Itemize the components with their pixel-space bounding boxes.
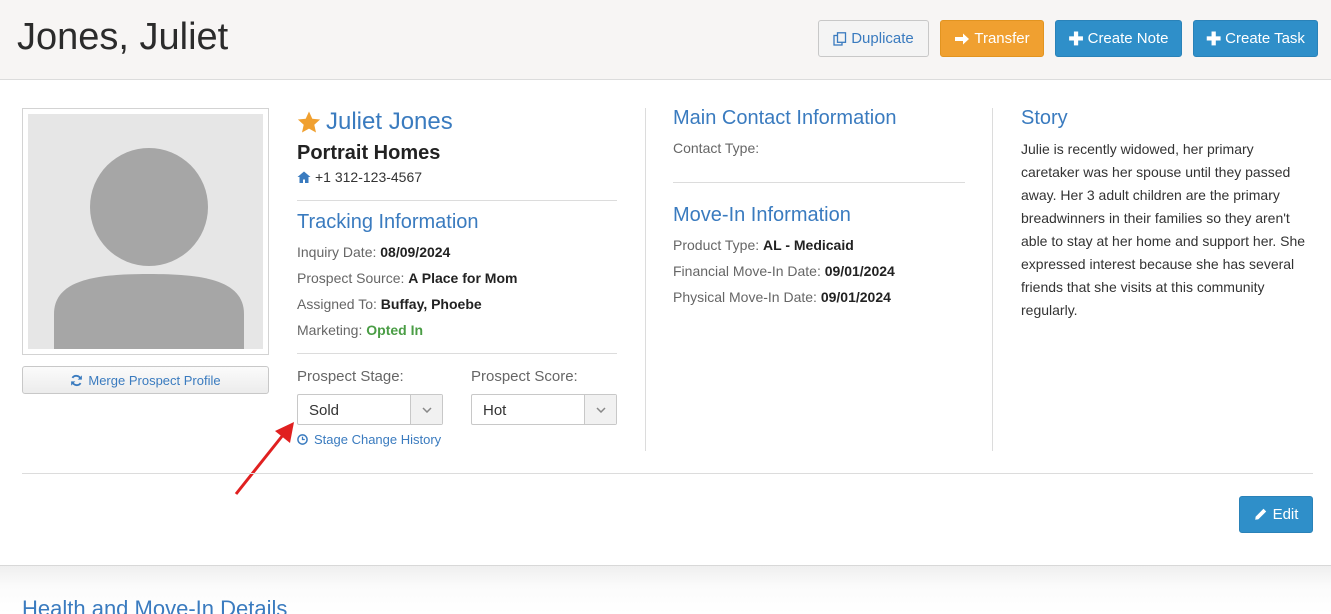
prospect-score-label: Prospect Score:	[471, 368, 578, 385]
avatar-placeholder	[28, 114, 263, 349]
field-label: Contact Type:	[673, 140, 760, 156]
page-header: Jones, Juliet Duplicate Transfer ✚ Creat…	[0, 0, 1331, 80]
edit-button[interactable]: Edit	[1239, 496, 1313, 533]
financial-move-in-field: Financial Move-In Date: 09/01/2024	[673, 263, 895, 279]
create-note-label: Create Note	[1087, 30, 1169, 47]
pencil-icon	[1254, 508, 1266, 520]
contact-type-field: Contact Type:	[673, 140, 759, 156]
merge-label: Merge Prospect Profile	[88, 372, 221, 388]
arrow-right-icon	[955, 33, 970, 44]
marketing-field: Marketing: Opted In	[297, 322, 423, 338]
chevron-down-icon	[584, 395, 616, 424]
chevron-down-icon	[410, 395, 442, 424]
prospect-stage-label: Prospect Stage:	[297, 368, 404, 385]
contact-section-title: Main Contact Information	[673, 107, 897, 129]
page-title: Jones, Juliet	[17, 16, 229, 58]
marketing-status: Opted In	[366, 322, 424, 338]
merge-prospect-profile-button[interactable]: Merge Prospect Profile	[22, 366, 269, 394]
inquiry-date-field: Inquiry Date: 08/09/2024	[297, 244, 450, 260]
clock-icon	[297, 434, 308, 445]
prospect-score-value: Hot	[483, 402, 507, 419]
physical-move-in-field: Physical Move-In Date: 09/01/2024	[673, 289, 891, 305]
create-task-button[interactable]: ✚ Create Task	[1193, 20, 1318, 57]
divider	[22, 473, 1313, 474]
person-silhouette-icon	[54, 148, 244, 349]
product-type-field: Product Type: AL - Medicaid	[673, 237, 854, 253]
phone-number: +1 312-123-4567	[297, 169, 422, 185]
tracking-section-title: Tracking Information	[297, 211, 479, 233]
column-separator	[645, 108, 646, 451]
field-value: A Place for Mom	[408, 270, 518, 286]
profile-photo	[22, 108, 269, 355]
field-label: Inquiry Date:	[297, 244, 377, 260]
plus-icon: ✚	[1068, 28, 1084, 49]
story-section-title: Story	[1021, 107, 1068, 129]
transfer-button[interactable]: Transfer	[940, 20, 1044, 57]
prospect-name: Juliet Jones	[297, 108, 453, 136]
edit-label: Edit	[1272, 506, 1299, 523]
assigned-to-field: Assigned To: Buffay, Phoebe	[297, 296, 482, 312]
column-separator	[992, 108, 993, 451]
field-label: Financial Move-In Date:	[673, 263, 821, 279]
divider	[297, 353, 617, 354]
story-text: Julie is recently widowed, her primary c…	[1021, 141, 1306, 318]
star-icon[interactable]	[297, 111, 321, 134]
plus-icon: ✚	[1206, 28, 1222, 49]
refresh-icon	[71, 374, 83, 386]
field-value: Buffay, Phoebe	[380, 296, 482, 312]
duplicate-button[interactable]: Duplicate	[818, 20, 929, 57]
field-label: Prospect Source:	[297, 270, 405, 286]
phone-text: +1 312-123-4567	[315, 169, 423, 185]
prospect-source-field: Prospect Source: A Place for Mom	[297, 270, 517, 286]
field-label: Marketing:	[297, 322, 363, 338]
create-note-button[interactable]: ✚ Create Note	[1055, 20, 1182, 57]
field-label: Product Type:	[673, 237, 760, 253]
create-task-label: Create Task	[1225, 30, 1305, 47]
duplicate-label: Duplicate	[851, 30, 914, 47]
home-icon	[297, 171, 311, 183]
prospect-score-select[interactable]: Hot	[471, 394, 617, 425]
prospect-name-text: Juliet Jones	[326, 108, 453, 135]
prospect-stage-select[interactable]: Sold	[297, 394, 443, 425]
field-label: Assigned To:	[297, 296, 377, 312]
transfer-label: Transfer	[974, 30, 1030, 47]
health-section-title: Health and Move-In Details	[22, 596, 288, 614]
prospect-stage-value: Sold	[309, 402, 340, 419]
annotation-arrow-icon	[234, 422, 294, 495]
copy-icon	[833, 31, 847, 46]
stage-change-history-link[interactable]: Stage Change History	[297, 432, 441, 447]
field-label: Physical Move-In Date:	[673, 289, 817, 305]
movein-section-title: Move-In Information	[673, 204, 851, 226]
field-value: 09/01/2024	[820, 289, 891, 305]
divider	[297, 200, 617, 201]
stage-history-label: Stage Change History	[314, 432, 442, 447]
field-value: AL - Medicaid	[763, 237, 854, 253]
field-value: 09/01/2024	[824, 263, 895, 279]
field-value: 08/09/2024	[380, 244, 451, 260]
divider	[673, 182, 965, 183]
company-name: Portrait Homes	[297, 142, 441, 164]
